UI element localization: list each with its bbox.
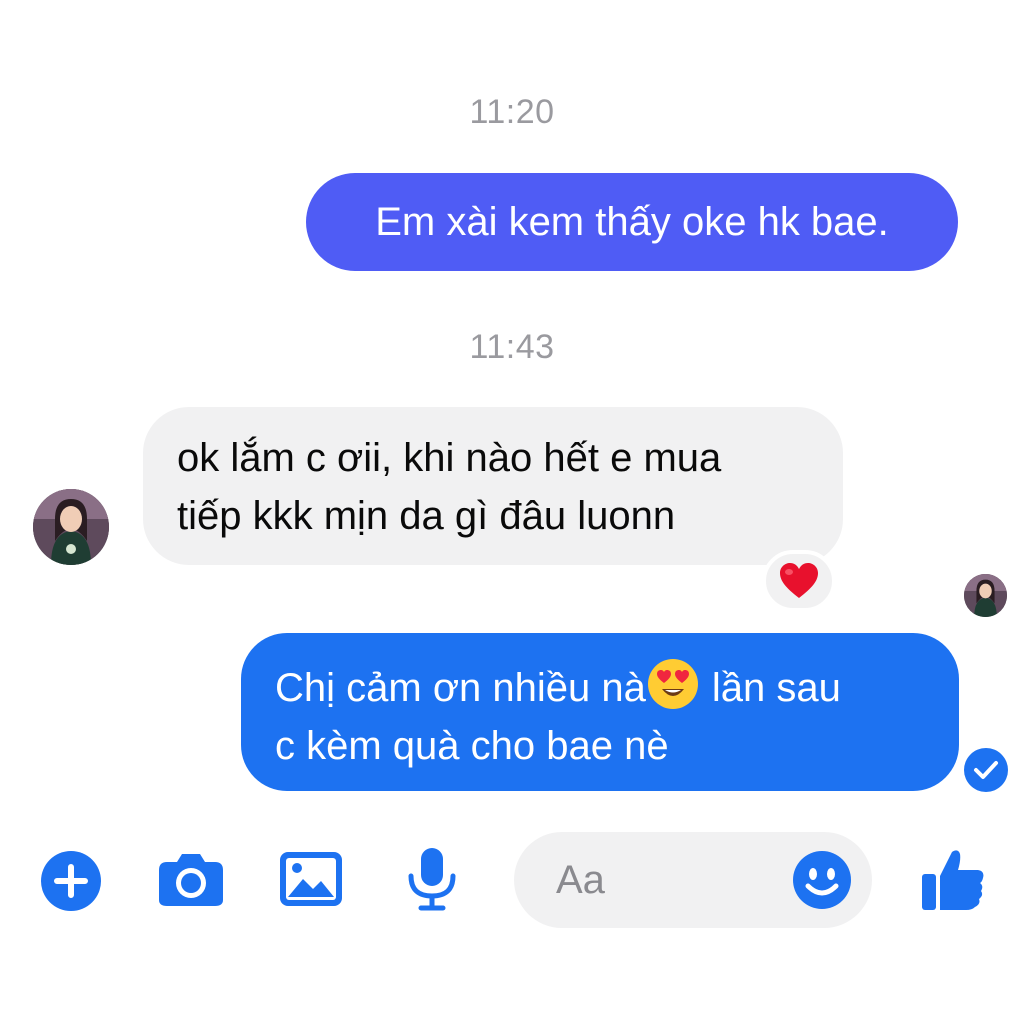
- avatar-image: [33, 489, 109, 565]
- incoming-message[interactable]: ok lắm c ơii, khi nào hết e mua tiếp kkk…: [143, 407, 843, 565]
- heart-icon: [780, 563, 818, 598]
- message-text: Em xài kem thấy oke hk bae.: [375, 200, 889, 244]
- message-input[interactable]: Aa: [514, 832, 872, 928]
- microphone-icon[interactable]: [405, 846, 459, 912]
- outgoing-message[interactable]: Chị cảm ơn nhiều nà lần sau c kèm quà cho…: [241, 633, 959, 791]
- message-input-placeholder: Aa: [556, 858, 605, 902]
- message-text-segment: lần sau: [711, 666, 841, 710]
- message-reaction[interactable]: [762, 550, 836, 612]
- message-text-line: ok lắm c ơii, khi nào hết e mua: [177, 436, 722, 480]
- contact-avatar[interactable]: [33, 489, 109, 565]
- message-text-line: c kèm quà cho bae nè: [275, 724, 669, 768]
- outgoing-message[interactable]: Em xài kem thấy oke hk bae.: [306, 173, 958, 271]
- emoji-icon[interactable]: [792, 850, 852, 910]
- message-text-line: tiếp kkk mịn da gì đâu luonn: [177, 494, 676, 538]
- plus-icon[interactable]: [40, 850, 102, 912]
- message-text-line: Chị cảm ơn nhiều nà lần sau: [275, 659, 959, 717]
- seen-avatar-image: [964, 574, 1007, 617]
- camera-icon[interactable]: [157, 850, 225, 908]
- heart-eyes-emoji: [647, 659, 698, 709]
- timestamp: 11:43: [469, 328, 555, 366]
- seen-avatar: [964, 574, 1007, 617]
- gallery-icon[interactable]: [279, 851, 343, 907]
- message-text-segment: Chị cảm ơn nhiều nà: [275, 666, 646, 710]
- thumbs-up-icon[interactable]: [920, 846, 986, 912]
- timestamp: 11:20: [469, 93, 555, 131]
- delivered-check-icon: [964, 748, 1008, 792]
